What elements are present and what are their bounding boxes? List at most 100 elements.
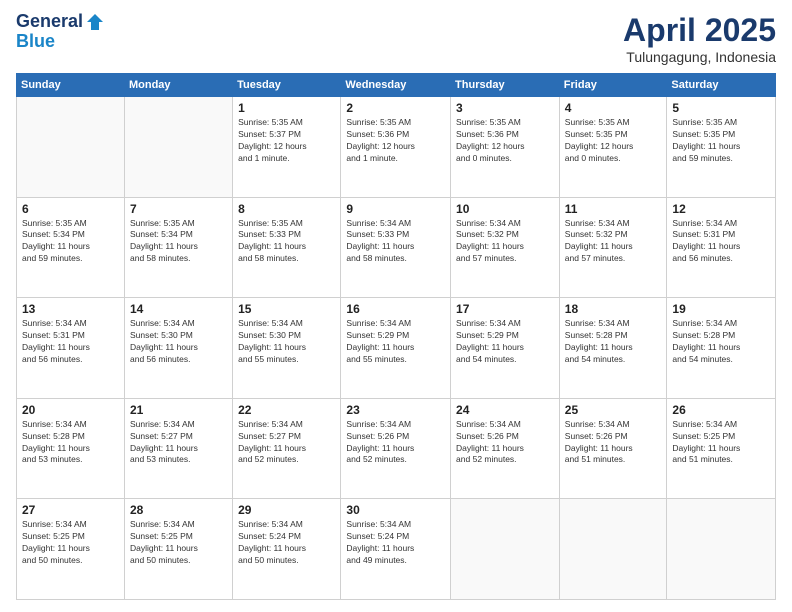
day-number: 8 xyxy=(238,202,335,216)
day-cell: 20 Sunrise: 5:34 AMSunset: 5:28 PMDayligh… xyxy=(17,398,125,499)
weekday-thursday: Thursday xyxy=(451,74,560,97)
weekday-monday: Monday xyxy=(124,74,232,97)
day-number: 15 xyxy=(238,302,335,316)
day-number: 12 xyxy=(672,202,770,216)
day-number: 20 xyxy=(22,403,119,417)
day-cell: 17 Sunrise: 5:34 AMSunset: 5:29 PMDayligh… xyxy=(451,298,560,399)
day-info: Sunrise: 5:34 AMSunset: 5:24 PMDaylight:… xyxy=(346,519,445,567)
day-cell: 6Sunrise: 5:35 AMSunset: 5:34 PMDaylight… xyxy=(17,197,125,298)
day-cell: 3 Sunrise: 5:35 AMSunset: 5:36 PMDaylight… xyxy=(451,97,560,198)
day-number: 7 xyxy=(130,202,227,216)
day-info: Sunrise: 5:34 AMSunset: 5:25 PMDaylight:… xyxy=(672,419,770,467)
day-number: 26 xyxy=(672,403,770,417)
day-cell xyxy=(559,499,667,600)
weekday-header-row: SundayMondayTuesdayWednesdayThursdayFrid… xyxy=(17,74,776,97)
day-info: Sunrise: 5:34 AMSunset: 5:29 PMDaylight:… xyxy=(456,318,554,366)
day-cell: 11 Sunrise: 5:34 AMSunset: 5:32 PMDayligh… xyxy=(559,197,667,298)
day-cell: 14 Sunrise: 5:34 AMSunset: 5:30 PMDayligh… xyxy=(124,298,232,399)
day-number: 14 xyxy=(130,302,227,316)
day-info: Sunrise: 5:34 AMSunset: 5:30 PMDaylight:… xyxy=(238,318,335,366)
day-info: Sunrise: 5:35 AMSunset: 5:35 PMDaylight:… xyxy=(672,117,770,165)
weekday-sunday: Sunday xyxy=(17,74,125,97)
day-number: 2 xyxy=(346,101,445,115)
week-row-1: 1Sunrise: 5:35 AMSunset: 5:37 PMDaylight… xyxy=(17,97,776,198)
day-info: Sunrise: 5:34 AMSunset: 5:26 PMDaylight:… xyxy=(565,419,662,467)
day-cell: 16Sunrise: 5:34 AMSunset: 5:29 PMDayligh… xyxy=(341,298,451,399)
day-info: Sunrise: 5:34 AMSunset: 5:26 PMDaylight:… xyxy=(456,419,554,467)
day-cell: 18Sunrise: 5:34 AMSunset: 5:28 PMDayligh… xyxy=(559,298,667,399)
day-number: 29 xyxy=(238,503,335,517)
day-info: Sunrise: 5:35 AMSunset: 5:36 PMDaylight:… xyxy=(456,117,554,165)
day-cell: 27 Sunrise: 5:34 AMSunset: 5:25 PMDayligh… xyxy=(17,499,125,600)
day-number: 5 xyxy=(672,101,770,115)
day-number: 28 xyxy=(130,503,227,517)
day-cell: 30Sunrise: 5:34 AMSunset: 5:24 PMDayligh… xyxy=(341,499,451,600)
day-cell: 25 Sunrise: 5:34 AMSunset: 5:26 PMDayligh… xyxy=(559,398,667,499)
week-row-4: 20 Sunrise: 5:34 AMSunset: 5:28 PMDayligh… xyxy=(17,398,776,499)
day-cell: 10Sunrise: 5:34 AMSunset: 5:32 PMDayligh… xyxy=(451,197,560,298)
header: General Blue April 2025 Tulungagung, Ind… xyxy=(16,12,776,65)
day-number: 27 xyxy=(22,503,119,517)
day-info: Sunrise: 5:34 AMSunset: 5:27 PMDaylight:… xyxy=(238,419,335,467)
day-cell: 8 Sunrise: 5:35 AMSunset: 5:33 PMDaylight… xyxy=(233,197,341,298)
day-number: 11 xyxy=(565,202,662,216)
day-info: Sunrise: 5:34 AMSunset: 5:32 PMDaylight:… xyxy=(456,218,554,266)
day-number: 4 xyxy=(565,101,662,115)
day-number: 24 xyxy=(456,403,554,417)
day-info: Sunrise: 5:34 AMSunset: 5:30 PMDaylight:… xyxy=(130,318,227,366)
day-info: Sunrise: 5:35 AMSunset: 5:34 PMDaylight:… xyxy=(130,218,227,266)
day-info: Sunrise: 5:34 AMSunset: 5:33 PMDaylight:… xyxy=(346,218,445,266)
day-cell: 24 Sunrise: 5:34 AMSunset: 5:26 PMDayligh… xyxy=(451,398,560,499)
day-info: Sunrise: 5:35 AMSunset: 5:36 PMDaylight:… xyxy=(346,117,445,165)
day-info: Sunrise: 5:34 AMSunset: 5:27 PMDaylight:… xyxy=(130,419,227,467)
day-number: 9 xyxy=(346,202,445,216)
day-cell xyxy=(17,97,125,198)
day-number: 19 xyxy=(672,302,770,316)
logo-blue: Blue xyxy=(16,32,105,52)
day-cell: 23Sunrise: 5:34 AMSunset: 5:26 PMDayligh… xyxy=(341,398,451,499)
day-cell: 1Sunrise: 5:35 AMSunset: 5:37 PMDaylight… xyxy=(233,97,341,198)
month-title: April 2025 xyxy=(623,12,776,49)
weekday-saturday: Saturday xyxy=(667,74,776,97)
logo-text: General xyxy=(16,12,105,32)
day-info: Sunrise: 5:34 AMSunset: 5:31 PMDaylight:… xyxy=(672,218,770,266)
day-info: Sunrise: 5:35 AMSunset: 5:37 PMDaylight:… xyxy=(238,117,335,165)
day-info: Sunrise: 5:34 AMSunset: 5:25 PMDaylight:… xyxy=(22,519,119,567)
week-row-3: 13 Sunrise: 5:34 AMSunset: 5:31 PMDayligh… xyxy=(17,298,776,399)
day-cell: 15 Sunrise: 5:34 AMSunset: 5:30 PMDayligh… xyxy=(233,298,341,399)
day-info: Sunrise: 5:35 AMSunset: 5:33 PMDaylight:… xyxy=(238,218,335,266)
title-block: April 2025 Tulungagung, Indonesia xyxy=(623,12,776,65)
week-row-2: 6 Sunrise: 5:35 AMSunset: 5:34 PMDaylight… xyxy=(17,197,776,298)
day-number: 16 xyxy=(346,302,445,316)
day-number: 25 xyxy=(565,403,662,417)
calendar: SundayMondayTuesdayWednesdayThursdayFrid… xyxy=(16,73,776,600)
day-number: 6 xyxy=(22,202,119,216)
weekday-wednesday: Wednesday xyxy=(341,74,451,97)
day-cell xyxy=(451,499,560,600)
day-cell: 9 Sunrise: 5:34 AMSunset: 5:33 PMDaylight… xyxy=(341,197,451,298)
day-number: 13 xyxy=(22,302,119,316)
logo: General Blue xyxy=(16,12,105,52)
day-number: 22 xyxy=(238,403,335,417)
day-info: Sunrise: 5:34 AMSunset: 5:26 PMDaylight:… xyxy=(346,419,445,467)
day-cell: 12 Sunrise: 5:34 AMSunset: 5:31 PMDayligh… xyxy=(667,197,776,298)
weekday-tuesday: Tuesday xyxy=(233,74,341,97)
day-cell: 22 Sunrise: 5:34 AMSunset: 5:27 PMDayligh… xyxy=(233,398,341,499)
day-cell xyxy=(124,97,232,198)
day-info: Sunrise: 5:34 AMSunset: 5:31 PMDaylight:… xyxy=(22,318,119,366)
page: General Blue April 2025 Tulungagung, Ind… xyxy=(0,0,792,612)
day-cell: 28 Sunrise: 5:34 AMSunset: 5:25 PMDayligh… xyxy=(124,499,232,600)
day-cell: 4Sunrise: 5:35 AMSunset: 5:35 PMDaylight… xyxy=(559,97,667,198)
day-cell: 19Sunrise: 5:34 AMSunset: 5:28 PMDayligh… xyxy=(667,298,776,399)
day-number: 17 xyxy=(456,302,554,316)
day-info: Sunrise: 5:34 AMSunset: 5:32 PMDaylight:… xyxy=(565,218,662,266)
weekday-friday: Friday xyxy=(559,74,667,97)
day-cell: 13 Sunrise: 5:34 AMSunset: 5:31 PMDayligh… xyxy=(17,298,125,399)
location: Tulungagung, Indonesia xyxy=(623,49,776,65)
day-info: Sunrise: 5:34 AMSunset: 5:28 PMDaylight:… xyxy=(565,318,662,366)
day-info: Sunrise: 5:34 AMSunset: 5:25 PMDaylight:… xyxy=(130,519,227,567)
logo-icon xyxy=(85,12,105,32)
day-cell: 5 Sunrise: 5:35 AMSunset: 5:35 PMDaylight… xyxy=(667,97,776,198)
day-number: 3 xyxy=(456,101,554,115)
day-info: Sunrise: 5:34 AMSunset: 5:28 PMDaylight:… xyxy=(22,419,119,467)
